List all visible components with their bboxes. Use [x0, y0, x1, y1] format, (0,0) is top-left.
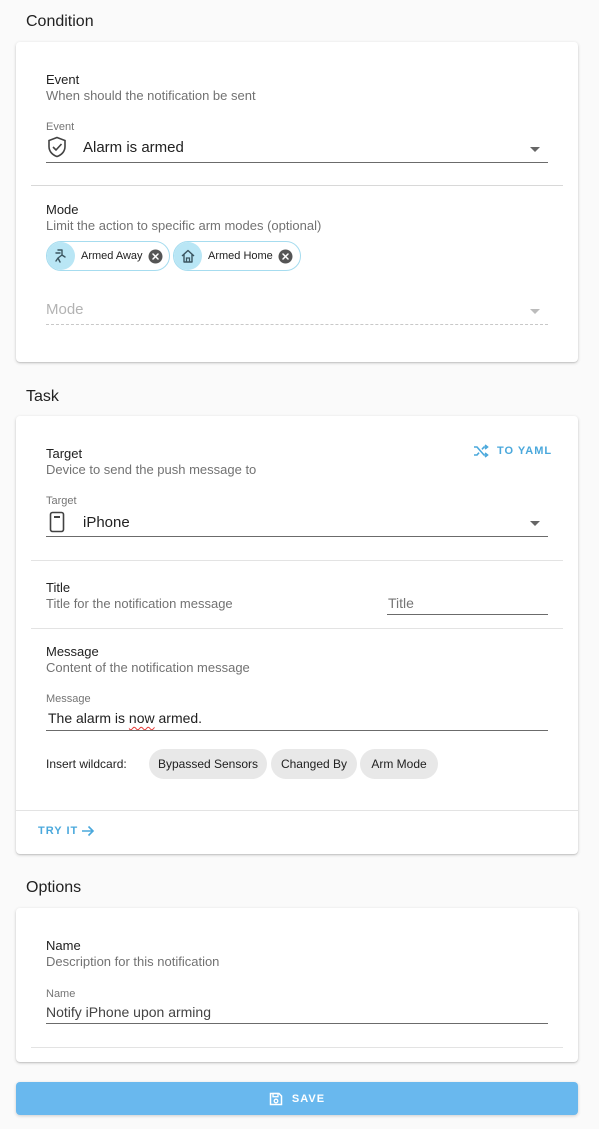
- name-field-underline: [46, 1023, 548, 1024]
- mode-dropdown-caret-icon[interactable]: [530, 309, 540, 314]
- wildcard-chip-bypassed-sensors[interactable]: Bypassed Sensors: [149, 749, 267, 779]
- options-card: Name Description for this notification N…: [16, 908, 578, 1062]
- name-input[interactable]: Name Notify iPhone upon arming: [46, 987, 548, 1025]
- target-select[interactable]: Target iPhone: [46, 494, 548, 537]
- mode-chip-armed-away[interactable]: Armed Away: [46, 241, 170, 271]
- title-header: Title: [46, 580, 71, 595]
- message-input[interactable]: Message The alarm is now armed.: [46, 692, 548, 731]
- name-input-value: Notify iPhone upon arming: [46, 1004, 211, 1020]
- try-it-button[interactable]: TRY IT: [38, 825, 95, 837]
- name-description: Description for this notification: [46, 954, 220, 969]
- options-divider: [31, 1047, 563, 1048]
- event-select-value: Alarm is armed: [83, 139, 184, 156]
- floppy-disk-icon: [269, 1092, 283, 1106]
- shield-check-icon: [47, 136, 67, 163]
- event-field-underline: [46, 162, 548, 163]
- cellphone-icon: [49, 511, 65, 538]
- home-icon: [174, 242, 202, 270]
- title-divider: [31, 628, 563, 629]
- save-button[interactable]: SAVE: [16, 1082, 578, 1115]
- target-description: Device to send the push message to: [46, 462, 257, 477]
- to-yaml-button[interactable]: TO YAML: [473, 444, 552, 458]
- title-input[interactable]: Title: [387, 590, 548, 616]
- title-input-placeholder: Title: [388, 595, 414, 611]
- target-dropdown-caret-icon[interactable]: [530, 521, 540, 526]
- target-field-label: Target: [46, 495, 77, 507]
- condition-card: Event When should the notification be se…: [16, 42, 578, 362]
- message-description: Content of the notification message: [46, 660, 250, 675]
- mode-chip-armed-home[interactable]: Armed Home: [173, 241, 301, 271]
- walk-icon: [47, 242, 75, 270]
- remove-chip-armed-home-icon[interactable]: [278, 249, 293, 264]
- target-select-value: iPhone: [83, 514, 130, 531]
- event-dropdown-caret-icon[interactable]: [530, 147, 540, 152]
- task-actions-divider: [16, 810, 578, 811]
- message-field-label: Message: [46, 693, 91, 705]
- target-field-underline: [46, 536, 548, 537]
- condition-section-title: Condition: [26, 13, 94, 30]
- arrow-right-icon: [81, 825, 95, 837]
- title-field-underline: [387, 614, 548, 615]
- save-label: SAVE: [291, 1092, 326, 1105]
- target-divider: [31, 560, 563, 561]
- event-field-label: Event: [46, 121, 75, 133]
- message-field-underline: [46, 730, 548, 731]
- shuffle-icon: [473, 444, 489, 458]
- event-header: Event: [46, 72, 80, 87]
- to-yaml-label: TO YAML: [497, 445, 553, 457]
- insert-wildcard-label: Insert wildcard:: [46, 757, 127, 771]
- remove-chip-armed-away-icon[interactable]: [148, 249, 163, 264]
- title-description: Title for the notification message: [46, 596, 233, 611]
- mode-header: Mode: [46, 202, 79, 217]
- mode-select-placeholder: Mode: [46, 301, 84, 318]
- target-header: Target: [46, 446, 83, 461]
- message-header: Message: [46, 644, 99, 659]
- message-input-value: The alarm is now armed.: [48, 710, 203, 726]
- event-description: When should the notification be sent: [46, 88, 256, 103]
- options-section-title: Options: [26, 879, 82, 896]
- mode-select[interactable]: Mode: [46, 296, 548, 326]
- event-select[interactable]: Event Alarm is armed: [46, 120, 548, 163]
- wildcard-chip-changed-by[interactable]: Changed By: [271, 749, 357, 779]
- try-it-label: TRY IT: [38, 825, 79, 837]
- wildcard-chip-arm-mode[interactable]: Arm Mode: [360, 749, 438, 779]
- task-section-title: Task: [26, 388, 59, 405]
- mode-description: Limit the action to specific arm modes (…: [46, 218, 322, 233]
- task-card: Target Device to send the push message t…: [16, 416, 578, 854]
- event-divider: [31, 185, 563, 186]
- chip-label: Armed Away: [81, 250, 143, 262]
- name-header: Name: [46, 938, 81, 953]
- chip-label: Armed Home: [208, 250, 273, 262]
- name-field-label: Name: [46, 988, 76, 1000]
- mode-field-underline: [46, 324, 548, 325]
